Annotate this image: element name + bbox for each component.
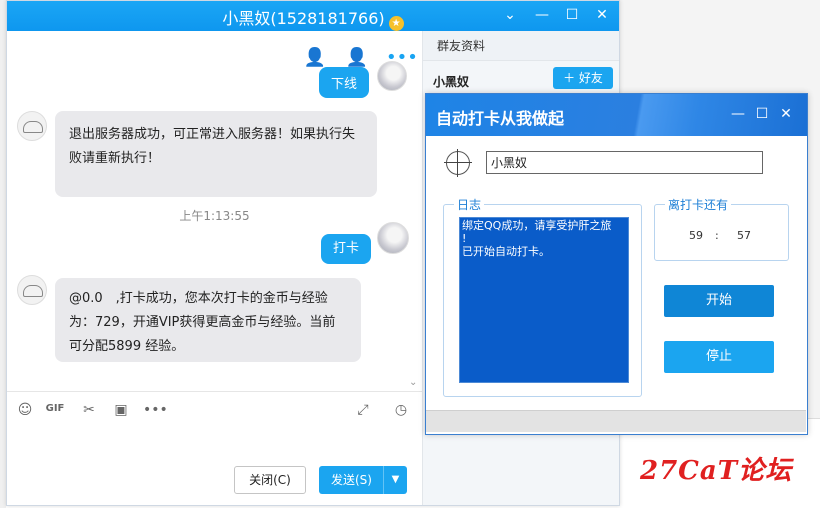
send-options-caret-icon[interactable]: ▼	[383, 466, 407, 494]
expand-icon[interactable]: ⤢	[353, 402, 373, 420]
avatar	[377, 61, 407, 91]
forum-watermark: 27CaT论坛	[640, 456, 793, 486]
emoji-icon[interactable]: ☺	[15, 402, 35, 420]
send-button[interactable]: 发送(S) ▼	[319, 466, 407, 494]
qq-window-title: 小黑奴(1528181766)	[222, 9, 385, 28]
auto-checkin-dialog: 自动打卡从我做起 — ☐ ✕ 小黑奴 日志 绑定QQ成功，请享受护肝之旅 ! 已…	[425, 93, 808, 435]
countdown-seconds: 57	[737, 229, 751, 242]
chat-message-area[interactable]: 👤 👤 ••• 下线 退出服务器成功，可正常进入服务器！如果执行失败请重新执行！ 上…	[7, 31, 422, 391]
close-button[interactable]: 关闭(C)	[234, 466, 306, 494]
send-button-label: 发送(S)	[331, 473, 372, 487]
target-picker-icon[interactable]	[444, 149, 472, 177]
message-input-area[interactable]: 关闭(C) 发送(S) ▼	[7, 429, 422, 507]
scissors-icon[interactable]: ✂	[79, 402, 99, 420]
log-line: 已开始自动打卡。	[462, 245, 550, 258]
qq-title-bar: 小黑奴(1528181766) ★ ⌄ — ☐ ✕	[7, 1, 619, 31]
log-output[interactable]: 绑定QQ成功，请享受护肝之旅 ! 已开始自动打卡。	[459, 217, 629, 383]
countdown-minutes: 59	[689, 229, 703, 242]
scroll-down-icon[interactable]: ⌄	[409, 377, 417, 388]
log-line: !	[462, 232, 467, 245]
status-bar	[426, 410, 806, 432]
minimize-icon[interactable]: —	[533, 7, 551, 23]
chevron-down-icon[interactable]: ⌄	[501, 7, 519, 23]
message-bubble-in: 退出服务器成功，可正常进入服务器！如果执行失败请重新执行！	[55, 111, 377, 197]
message-bubble-out: 下线	[319, 67, 370, 98]
image-icon[interactable]: ▣	[111, 402, 131, 420]
bot-avatar	[17, 275, 47, 305]
side-panel-header: 群友资料	[423, 31, 619, 61]
dialog-title-bar: 自动打卡从我做起 — ☐ ✕	[426, 94, 807, 136]
maximize-icon[interactable]: ☐	[563, 7, 581, 23]
history-clock-icon[interactable]: ◷	[391, 402, 411, 420]
maximize-icon[interactable]: ☐	[754, 106, 770, 122]
start-button[interactable]: 开始	[664, 285, 774, 317]
more-tools-icon[interactable]: •••	[143, 402, 168, 420]
bot-avatar	[17, 111, 47, 141]
message-bubble-out: 打卡	[321, 234, 372, 264]
log-legend: 日志	[454, 196, 485, 213]
member-name: 小黑奴	[433, 75, 470, 89]
vip-star-icon: ★	[388, 16, 404, 31]
countdown-legend: 离打卡还有	[665, 196, 732, 213]
countdown-separator: :	[715, 229, 719, 242]
add-friend-button[interactable]: ＋ 好友	[553, 67, 613, 89]
avatar	[377, 222, 409, 254]
minimize-icon[interactable]: —	[730, 106, 746, 122]
gif-icon[interactable]: GIF	[45, 403, 65, 421]
log-line: 绑定QQ成功，请享受护肝之旅	[462, 219, 612, 232]
message-timestamp: 上午1:13:55	[179, 209, 250, 223]
close-icon[interactable]: ✕	[778, 106, 794, 122]
log-group: 日志 绑定QQ成功，请享受护肝之旅 ! 已开始自动打卡。	[443, 196, 642, 397]
dialog-title: 自动打卡从我做起	[436, 109, 565, 128]
countdown-group: 离打卡还有 59 : 57	[654, 196, 789, 261]
target-name-input[interactable]: 小黑奴	[486, 151, 763, 174]
close-icon[interactable]: ✕	[593, 7, 611, 23]
stop-button[interactable]: 停止	[664, 341, 774, 373]
message-bubble-in: @0.0 ,打卡成功，您本次打卡的金币与经验为：729，开通VIP获得更高金币与…	[55, 278, 361, 362]
input-toolbar: ☺ GIF ✂ ▣ ••• ⤢ ◷	[7, 391, 422, 429]
